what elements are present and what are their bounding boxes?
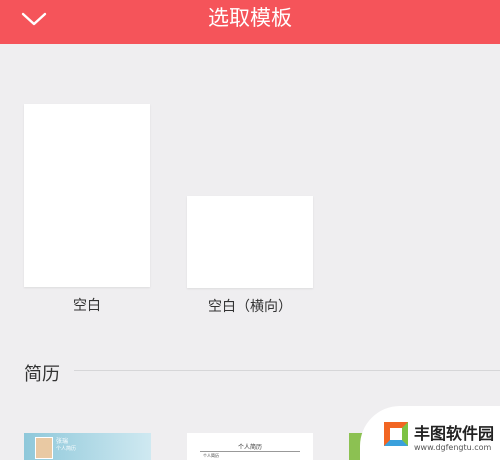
- resume-template-1-name: 张瑞: [56, 438, 69, 445]
- watermark-url: www.dgfengtu.com: [414, 443, 492, 452]
- watermark-brand: 丰图软件园: [414, 424, 495, 443]
- template-blank-landscape-label: 空白（横向）: [208, 299, 292, 315]
- template-blank-portrait-label: 空白: [73, 298, 101, 314]
- top-bar: 选取模板: [0, 0, 500, 44]
- brand-logo-icon: [384, 422, 408, 446]
- resume-template-2-heading: 个人简历: [203, 453, 219, 458]
- resume-template-1[interactable]: 张瑞 个人简历: [24, 433, 151, 460]
- section-title-resume: 简历: [24, 364, 60, 385]
- resume-template-2-title: 个人简历: [237, 444, 262, 451]
- template-blank-portrait[interactable]: [24, 104, 150, 287]
- watermark: 丰图软件园 www.dgfengtu.com: [360, 406, 500, 460]
- section-divider: [74, 370, 500, 371]
- resume-template-2[interactable]: 个人简历 个人简历: [187, 433, 313, 460]
- avatar: [35, 437, 53, 459]
- page-title: 选取模板: [208, 6, 292, 30]
- resume-template-1-subtitle: 个人简历: [56, 446, 77, 452]
- resume-template-2-rule: [200, 451, 300, 452]
- template-blank-landscape[interactable]: [187, 196, 313, 288]
